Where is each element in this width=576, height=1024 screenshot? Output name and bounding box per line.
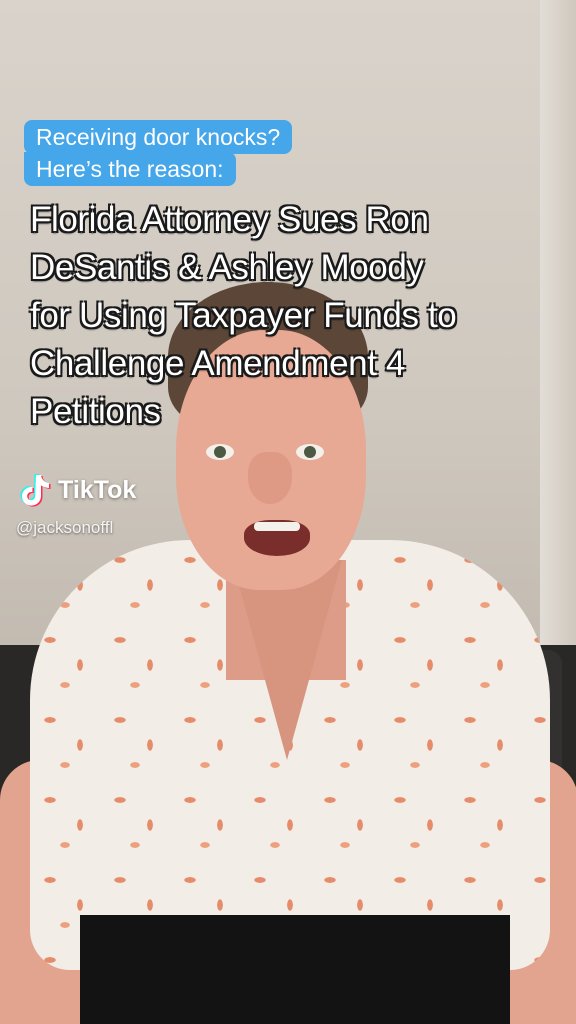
prompt-line-2: Here’s the reason: [24,152,236,186]
nose [248,452,292,504]
left-eye [206,444,234,460]
video-frame[interactable]: Receiving door knocks? Here’s the reason… [0,0,576,1024]
creator-handle: @jacksonoffl [16,518,114,537]
headline-line: Florida Attorney Sues Ron [30,200,429,239]
tiktok-wordmark: TikTok [58,475,137,504]
right-eye [296,444,324,460]
headline-line: DeSantis & Ashley Moody [30,248,424,287]
headline-line: Petitions [30,392,161,431]
tiktok-watermark: TikTok [18,472,136,508]
question-prompt-bubble: Receiving door knocks? Here’s the reason… [24,120,293,186]
desk-foreground [80,915,510,1024]
mouth [244,520,310,556]
prompt-line-1: Receiving door knocks? [24,120,293,154]
headline-line: Challenge Amendment 4 [30,344,405,383]
headline-line: for Using Taxpayer Funds to [30,296,457,335]
headline-caption: Florida Attorney Sues Ron DeSantis & Ash… [30,196,560,436]
tiktok-note-icon [20,474,51,507]
